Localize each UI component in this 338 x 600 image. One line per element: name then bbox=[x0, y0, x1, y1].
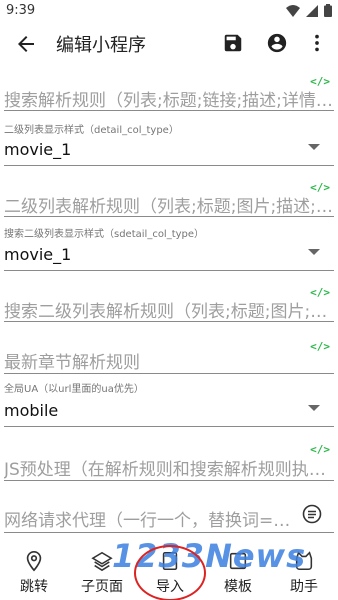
battery-icon bbox=[324, 4, 332, 17]
nav-label: 子页面 bbox=[81, 579, 123, 595]
nav-label: 跳转 bbox=[20, 579, 48, 595]
location-pin-icon bbox=[26, 551, 42, 572]
wifi-icon bbox=[286, 4, 300, 17]
search-second-rule-input[interactable]: 搜索二级列表解析规则（列表;标题;图片;描述;链接） bbox=[4, 297, 334, 322]
nav-label: 模板 bbox=[224, 579, 252, 595]
global-ua-label: 全局UA（以url里面的ua优先） bbox=[4, 384, 144, 395]
status-time: 9:39 bbox=[6, 3, 36, 18]
detail-col-type-label: 二级列表显示样式（detail_col_type） bbox=[4, 125, 179, 136]
second-list-rule-input[interactable]: 二级列表解析规则（列表;标题;图片;描述;链接） bbox=[4, 192, 334, 217]
save-icon[interactable] bbox=[222, 32, 244, 54]
global-ua-select[interactable]: mobile bbox=[4, 401, 58, 420]
back-arrow-icon[interactable] bbox=[14, 32, 38, 56]
second-list-rule-field[interactable]: </> 二级列表解析规则（列表;标题;图片;描述;链接） bbox=[4, 178, 334, 220]
field-underline bbox=[4, 532, 334, 533]
field-underline bbox=[4, 216, 334, 217]
status-bar: 9:39 bbox=[0, 0, 338, 24]
list-options-icon[interactable] bbox=[302, 504, 322, 524]
highlight-circle bbox=[134, 545, 206, 600]
status-icons bbox=[286, 4, 332, 17]
detail-col-type-select[interactable]: movie_1 bbox=[4, 140, 71, 159]
page-title: 编辑小程序 bbox=[56, 35, 146, 56]
sdetail-col-type-select[interactable]: movie_1 bbox=[4, 245, 71, 264]
search-rule-input[interactable]: 搜索解析规则（列表;标题;链接;描述;详情;图片） bbox=[4, 86, 334, 111]
js-preprocess-field[interactable]: </> JS预处理（在解析规则和搜索解析规则执行前运行） bbox=[4, 440, 334, 484]
field-underline bbox=[4, 373, 334, 374]
search-second-rule-field[interactable]: </> 搜索二级列表解析规则（列表;标题;图片;描述;链接） bbox=[4, 283, 334, 325]
field-underline bbox=[4, 480, 334, 481]
sdetail-col-type-label: 搜索二级列表显示样式（sdetail_col_type） bbox=[4, 229, 205, 240]
nav-item-jump[interactable]: 跳转 bbox=[6, 544, 62, 600]
code-editor-icon[interactable]: </> bbox=[310, 340, 330, 353]
dropdown-arrow-icon[interactable] bbox=[308, 405, 320, 411]
layers-icon bbox=[91, 551, 113, 572]
select-underline bbox=[4, 426, 334, 427]
proxy-field[interactable]: 网络请求代理（一行一个，替换词=>替换成） bbox=[4, 498, 334, 538]
select-underline bbox=[4, 165, 334, 166]
signal-icon bbox=[306, 4, 318, 17]
search-rule-field[interactable]: </> 搜索解析规则（列表;标题;链接;描述;详情;图片） bbox=[4, 72, 334, 114]
account-icon[interactable] bbox=[266, 32, 288, 54]
js-preprocess-input[interactable]: JS预处理（在解析规则和搜索解析规则执行前运行） bbox=[4, 455, 334, 480]
more-vert-icon[interactable] bbox=[306, 32, 328, 54]
nav-label: 助手 bbox=[290, 579, 318, 595]
dropdown-arrow-icon[interactable] bbox=[308, 144, 320, 150]
latest-chapter-rule-field[interactable]: </> 最新章节解析规则 bbox=[4, 338, 334, 378]
field-underline bbox=[4, 321, 334, 322]
app-bar: 编辑小程序 bbox=[0, 24, 338, 64]
field-underline bbox=[4, 110, 334, 111]
proxy-input[interactable]: 网络请求代理（一行一个，替换词=>替换成） bbox=[4, 506, 294, 531]
select-underline bbox=[4, 270, 334, 271]
dropdown-arrow-icon[interactable] bbox=[308, 249, 320, 255]
latest-chapter-rule-input[interactable]: 最新章节解析规则 bbox=[4, 348, 294, 373]
